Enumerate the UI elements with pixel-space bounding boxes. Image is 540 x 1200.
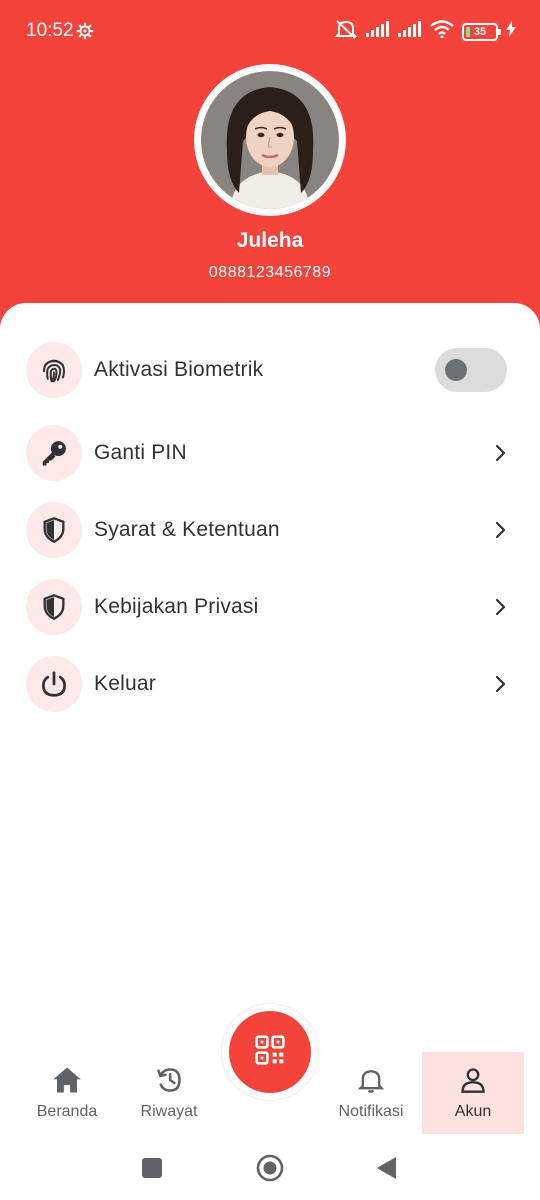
- nav-item-home[interactable]: Beranda: [22, 1052, 112, 1134]
- chevron-right-icon: [490, 443, 510, 468]
- account-menu: Aktivasi Biometrik Ganti PIN Syarat & Ke…: [0, 303, 540, 1063]
- history-icon: [154, 1066, 184, 1099]
- avatar[interactable]: [194, 64, 346, 216]
- shield-icon: [26, 502, 82, 558]
- menu-item-label: Syarat & Ketentuan: [94, 518, 280, 541]
- qr-scan-button[interactable]: [229, 1011, 311, 1093]
- key-icon: [26, 425, 82, 481]
- nav-item-notifications[interactable]: Notifikasi: [322, 1052, 420, 1134]
- chevron-right-icon: [490, 597, 510, 622]
- menu-item-change-pin[interactable]: Ganti PIN: [26, 425, 516, 481]
- home-circle-icon[interactable]: [256, 1154, 284, 1187]
- signal-icon: [366, 21, 390, 42]
- fingerprint-icon: [26, 342, 82, 398]
- nav-item-history[interactable]: Riwayat: [124, 1052, 214, 1134]
- menu-item-terms[interactable]: Syarat & Ketentuan: [26, 502, 516, 558]
- wifi-icon: [430, 20, 454, 43]
- battery-level: 35: [473, 25, 487, 38]
- power-icon: [26, 656, 82, 712]
- nav-item-label: Akun: [454, 1103, 492, 1120]
- menu-item-biometric[interactable]: Aktivasi Biometrik: [26, 342, 516, 398]
- status-bar: 10:52 35: [0, 0, 540, 60]
- mute-icon: [334, 18, 358, 45]
- back-triangle-icon[interactable]: [376, 1156, 398, 1185]
- profile-header: 10:52 35 Juleha 0888123456789: [0, 0, 540, 340]
- nav-item-account[interactable]: Akun: [422, 1052, 524, 1134]
- toggle-knob: [445, 359, 467, 381]
- menu-item-logout[interactable]: Keluar: [26, 656, 516, 712]
- bell-icon: [356, 1066, 386, 1099]
- signal-icon: [398, 21, 422, 42]
- menu-item-label: Aktivasi Biometrik: [94, 358, 264, 381]
- status-icons: 35: [334, 18, 516, 45]
- menu-item-privacy[interactable]: Kebijakan Privasi: [26, 579, 516, 635]
- chevron-right-icon: [490, 674, 510, 699]
- menu-item-label: Kebijakan Privasi: [94, 595, 259, 618]
- status-time: 10:52: [26, 20, 74, 41]
- charging-bolt-icon: [506, 21, 516, 42]
- nav-item-label: Notifikasi: [338, 1103, 404, 1120]
- home-icon: [52, 1066, 82, 1099]
- nav-item-label: Beranda: [36, 1103, 98, 1120]
- profile-phone: 0888123456789: [208, 264, 332, 281]
- menu-item-label: Keluar: [94, 672, 156, 695]
- qr-code-icon: [254, 1034, 286, 1071]
- menu-item-label: Ganti PIN: [94, 441, 187, 464]
- biometric-toggle[interactable]: [435, 348, 507, 392]
- system-navigation-bar: [0, 1140, 540, 1200]
- profile-name: Juleha: [236, 229, 304, 252]
- recent-apps-icon[interactable]: [142, 1158, 162, 1183]
- chevron-right-icon: [490, 520, 510, 545]
- avatar-photo: [201, 71, 339, 209]
- battery-icon: 35: [462, 22, 501, 41]
- user-icon: [458, 1066, 488, 1099]
- settings-gear-icon: [76, 22, 94, 45]
- shield-icon: [26, 579, 82, 635]
- nav-item-label: Riwayat: [140, 1103, 198, 1120]
